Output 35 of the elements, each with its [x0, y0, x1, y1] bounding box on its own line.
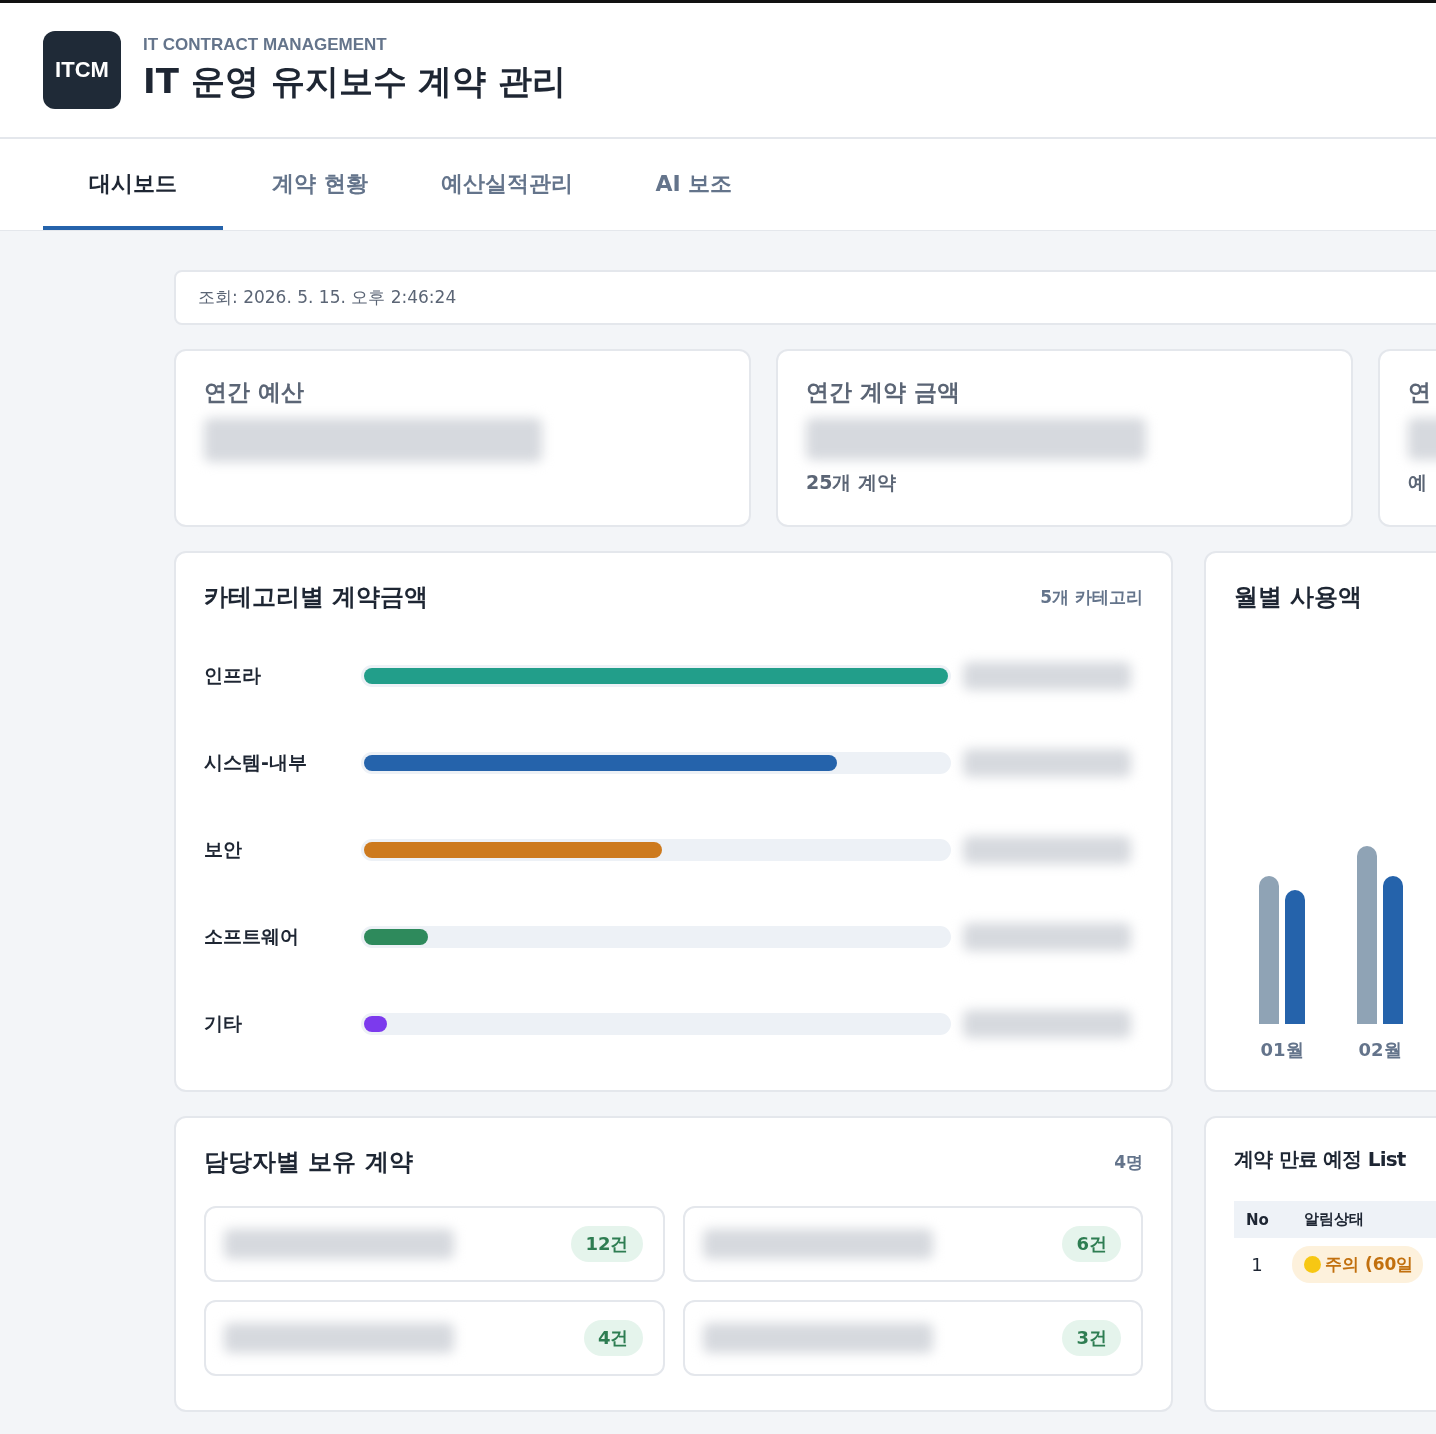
panel-title: 계약 만료 예정 List [1234, 1146, 1407, 1173]
manager-count: 4명 [1114, 1150, 1143, 1174]
app-subtitle: IT CONTRACT MANAGEMENT [143, 35, 388, 55]
query-time-bar: 조회: 2026. 5. 15. 오후 2:46:24 [174, 270, 1436, 325]
category-name: 기타 [204, 1011, 243, 1036]
app-title: IT 운영 유지보수 계약 관리 [143, 60, 567, 103]
category-name: 인프라 [204, 663, 262, 688]
card-title: 연 [1408, 378, 1432, 407]
panel-title: 담당자별 보유 계약 [204, 1147, 413, 1178]
nav-tab[interactable]: 예산실적관리 [417, 139, 597, 230]
warning-dot-icon [1304, 1255, 1321, 1273]
panel-title: 카테고리별 계약금액 [204, 582, 429, 613]
month-label: 02월 [1358, 1038, 1402, 1062]
column-header: No [1245, 1210, 1270, 1229]
month-label: 01월 [1260, 1038, 1304, 1062]
column-header: 알림상태 [1303, 1210, 1365, 1229]
nav-tab[interactable]: 계약 현황 [230, 139, 410, 230]
category-count: 5개 카테고리 [1040, 585, 1143, 609]
card-title: 연간 계약 금액 [806, 378, 961, 407]
card-title: 연간 예산 [204, 378, 305, 407]
app-logo: ITCM [43, 31, 121, 109]
contract-count-badge: 12건 [571, 1226, 643, 1262]
card-note: 25개 계약 [806, 470, 898, 495]
category-name: 보안 [204, 837, 243, 862]
contract-count-badge: 3건 [1062, 1320, 1121, 1356]
contract-count-badge: 6건 [1062, 1226, 1121, 1262]
card-note: 예 [1408, 470, 1428, 495]
category-name: 소프트웨어 [204, 924, 300, 949]
category-name: 시스템-내부 [204, 750, 308, 775]
nav-tab[interactable]: AI 보조 [604, 139, 784, 230]
nav-tab[interactable]: 대시보드 [43, 139, 223, 230]
table-cell-text: 1 [1250, 1253, 1264, 1275]
contract-count-badge: 4건 [583, 1320, 643, 1356]
status-text: 주의 (60일 [1325, 1252, 1414, 1276]
panel-title: 월별 사용액 [1234, 582, 1364, 613]
